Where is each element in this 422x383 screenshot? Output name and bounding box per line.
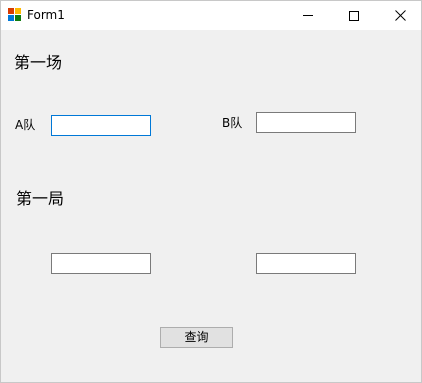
close-button[interactable] bbox=[377, 1, 422, 30]
team-b-input[interactable] bbox=[256, 112, 356, 133]
score-b-input[interactable] bbox=[256, 253, 356, 274]
form1-window: Form1 第一场 A队 B队 第一局 查询 bbox=[0, 0, 422, 383]
team-b-label: B队 bbox=[222, 116, 243, 130]
minimize-icon bbox=[303, 15, 313, 16]
team-a-label: A队 bbox=[15, 118, 36, 132]
form-client-area: 第一场 A队 B队 第一局 查询 bbox=[1, 30, 421, 382]
match-label: 第一场 bbox=[14, 53, 63, 72]
score-a-input[interactable] bbox=[51, 253, 151, 274]
app-icon bbox=[8, 8, 22, 21]
team-a-input[interactable] bbox=[51, 115, 151, 136]
title-bar[interactable]: Form1 bbox=[1, 1, 421, 30]
close-icon bbox=[394, 10, 406, 21]
query-button[interactable]: 查询 bbox=[160, 327, 233, 348]
maximize-icon bbox=[349, 10, 359, 21]
minimize-button[interactable] bbox=[285, 1, 331, 30]
game-label: 第一局 bbox=[16, 189, 65, 208]
maximize-button[interactable] bbox=[331, 1, 377, 30]
window-title: Form1 bbox=[27, 8, 65, 22]
